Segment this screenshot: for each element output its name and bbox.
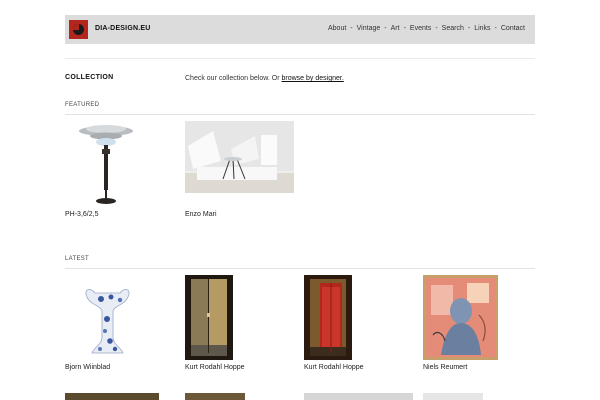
featured-divider: [65, 114, 535, 115]
collection-intro: Check our collection below. Or browse by…: [185, 75, 344, 82]
featured-item[interactable]: PH-3,6/2,5: [65, 121, 175, 221]
featured-caption[interactable]: Enzo Mari: [185, 211, 217, 218]
browse-by-designer-link[interactable]: browse by designer.: [282, 75, 344, 82]
latest-caption[interactable]: Kurt Rodahl Hoppe: [304, 364, 364, 371]
latest-caption[interactable]: Bjorn Wiinblad: [65, 364, 110, 371]
latest-caption[interactable]: Niels Reumert: [423, 364, 467, 371]
latest-item[interactable]: Bjorn Wiinblad: [65, 275, 175, 375]
nav-separator: -: [384, 25, 387, 32]
room-image[interactable]: [304, 393, 413, 400]
nav-item-art[interactable]: Art: [391, 25, 400, 32]
vase-image[interactable]: [65, 275, 150, 360]
nav-item-events[interactable]: Events: [410, 25, 431, 32]
featured-heading: FEATURED: [65, 102, 100, 108]
latest-item[interactable]: Kurt Rodahl Hoppe: [304, 275, 414, 375]
latest-caption[interactable]: Kurt Rodahl Hoppe: [185, 364, 245, 371]
latest-heading: LATEST: [65, 256, 90, 262]
painting-image[interactable]: [65, 393, 159, 400]
logo-icon[interactable]: [69, 20, 88, 39]
intro-text: Check our collection below. Or: [185, 75, 282, 82]
painting-image[interactable]: [185, 393, 245, 400]
nav-item-about[interactable]: About: [328, 25, 346, 32]
featured-caption[interactable]: PH-3,6/2,5: [65, 211, 98, 218]
nav-separator: -: [435, 25, 438, 32]
main-nav: About - Vintage - Art - Events - Search …: [328, 25, 525, 32]
nav-separator: -: [403, 25, 406, 32]
site-logo-text[interactable]: DIA-DESIGN.EU: [95, 25, 151, 32]
latest-item[interactable]: Kurt Rodahl Hoppe: [185, 275, 295, 375]
site-header: DIA-DESIGN.EU About - Vintage - Art - Ev…: [65, 15, 535, 44]
page-title: COLLECTION: [65, 74, 114, 81]
nav-item-contact[interactable]: Contact: [501, 25, 525, 32]
painting-image[interactable]: [185, 275, 233, 360]
nav-item-vintage[interactable]: Vintage: [357, 25, 381, 32]
room-image[interactable]: [185, 121, 294, 193]
nav-item-links[interactable]: Links: [474, 25, 490, 32]
featured-item[interactable]: Enzo Mari: [185, 121, 295, 221]
nav-separator: -: [494, 25, 497, 32]
painting-image[interactable]: [304, 275, 352, 360]
painting-image[interactable]: [423, 275, 498, 360]
lamp-image[interactable]: [65, 121, 150, 208]
vase-image[interactable]: [423, 393, 483, 400]
header-divider: [65, 58, 535, 59]
latest-divider: [65, 268, 535, 269]
nav-separator: -: [467, 25, 471, 32]
nav-item-search[interactable]: Search: [442, 25, 464, 32]
latest-item[interactable]: Niels Reumert: [423, 275, 533, 375]
nav-separator: -: [350, 25, 353, 32]
